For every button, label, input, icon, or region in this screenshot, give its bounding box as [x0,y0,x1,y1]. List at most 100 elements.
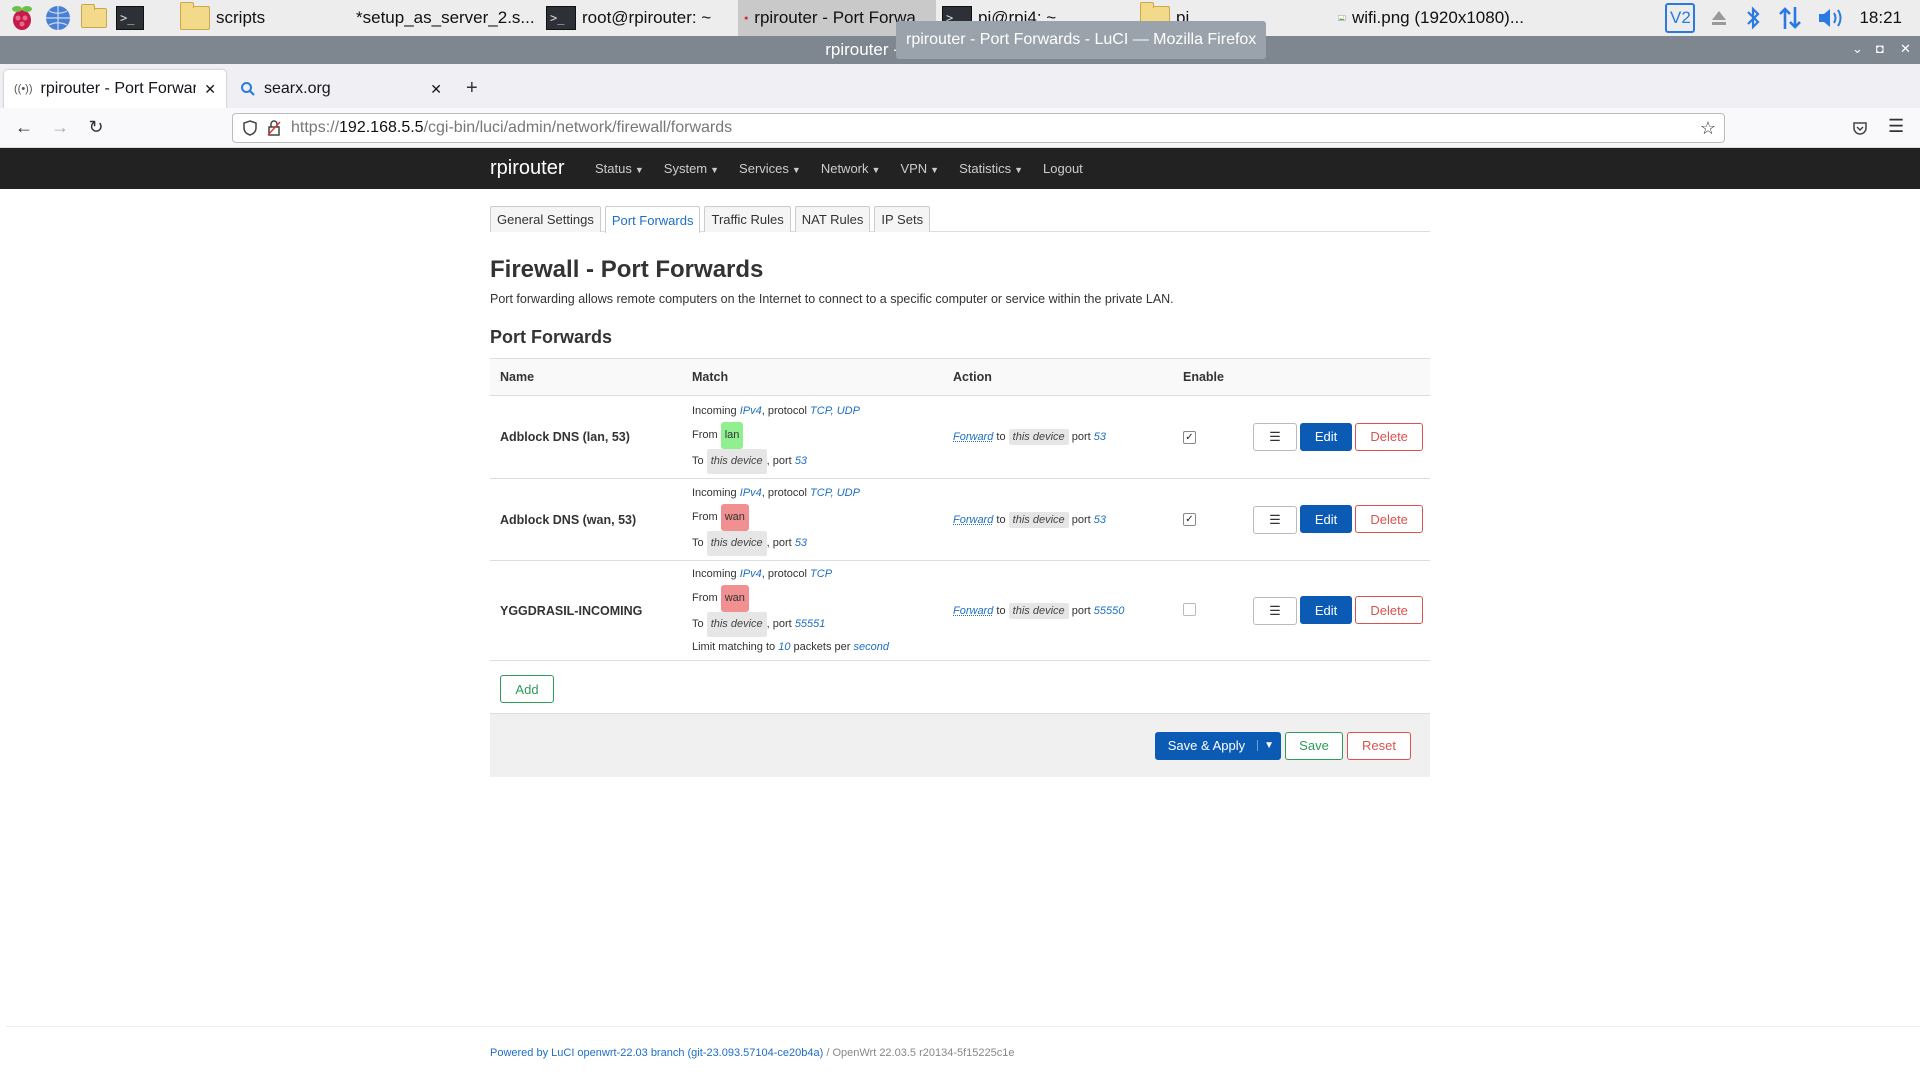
shield-icon[interactable] [243,120,257,136]
column-header-enable: Enable [1173,359,1243,396]
menu-status[interactable]: Status ▼ [595,161,644,176]
bookmark-star-icon[interactable]: ☆ [1700,118,1716,139]
protocols: TCP [810,568,832,580]
enable-checkbox[interactable]: ✓ [1183,513,1196,526]
eject-icon[interactable] [1709,8,1729,28]
match-to: To this device, port 53 [692,531,943,556]
reload-icon[interactable]: ↻ [78,117,114,138]
brand[interactable]: rpirouter [490,157,564,180]
to-label: To [692,618,704,630]
drag-handle-button[interactable]: ☰ [1253,506,1297,534]
drag-handle-button[interactable]: ☰ [1253,597,1297,625]
save-apply-button[interactable]: Save & Apply ▼ [1155,732,1281,760]
tab-port-forwards[interactable]: Port Forwards [605,206,701,233]
pocket-icon[interactable] [1852,120,1868,136]
web-browser-icon[interactable] [44,4,72,32]
menu-label: Services [739,161,789,176]
menu-logout[interactable]: Logout [1043,161,1083,176]
rule-enable: ✓ [1173,396,1243,479]
action-port-label: port [1072,514,1091,526]
enable-checkbox[interactable] [1183,603,1196,616]
dropdown-arrow-icon[interactable]: ▼ [1257,740,1280,751]
menu-services[interactable]: Services ▼ [739,161,801,176]
task-editor[interactable]: *setup_as_server_2.s... [344,0,540,36]
menu-label: Network [821,161,869,176]
maximize-icon[interactable]: ◘ [1876,41,1884,56]
url-text: https://192.168.5.5/cgi-bin/luci/admin/n… [291,119,732,137]
menu-statistics[interactable]: Statistics ▼ [959,161,1023,176]
menu-label: Statistics [959,161,1011,176]
action-forward: Forward [953,605,993,617]
vnc-icon[interactable]: V2 [1665,3,1695,33]
table-row: Adblock DNS (wan, 53) Incoming IPv4, pro… [490,479,1430,561]
task-scripts[interactable]: scripts [174,0,344,36]
match-from: From wan [692,504,943,531]
edit-button[interactable]: Edit [1300,423,1352,451]
protocol-label: , protocol [762,487,807,499]
task-terminal-root[interactable]: >_ root@rpirouter: ~ [540,0,738,36]
browser-tab-searx[interactable]: searx.org ✕ [230,70,452,108]
close-tab-icon[interactable]: ✕ [430,81,442,98]
page-title: Firewall - Port Forwards [490,256,1430,284]
powered-by-link[interactable]: Powered by LuCI openwrt-22.03 branch (gi… [490,1047,823,1059]
family: IPv4 [740,568,762,580]
rule-name: Adblock DNS (wan, 53) [490,479,682,561]
new-tab-icon[interactable]: + [466,77,478,100]
network-icon[interactable] [1777,5,1803,31]
browser-tab-strip: ((•)) rpirouter - Port Forwards ✕ searx.… [0,64,1920,108]
match-from: From wan [692,585,943,612]
device-badge: this device [707,612,767,637]
action-to: to [996,514,1005,526]
edit-button[interactable]: Edit [1300,505,1352,533]
close-tab-icon[interactable]: ✕ [204,81,216,98]
bluetooth-icon[interactable] [1743,5,1763,31]
column-header-buttons [1243,359,1430,396]
menu-vpn[interactable]: VPN ▼ [900,161,939,176]
menu-network[interactable]: Network ▼ [821,161,881,176]
edit-button[interactable]: Edit [1300,596,1352,624]
hamburger-menu-icon[interactable]: ☰ [1888,116,1904,137]
device-badge: this device [1009,512,1069,528]
rule-match: Incoming IPv4, protocol TCP From wan To … [682,561,943,661]
add-button[interactable]: Add [500,675,554,703]
action-to: to [996,431,1005,443]
delete-button[interactable]: Delete [1355,505,1423,533]
forward-icon[interactable]: → [42,117,78,138]
menu-system[interactable]: System ▼ [664,161,719,176]
enable-checkbox[interactable]: ✓ [1183,431,1196,444]
tab-general-settings[interactable]: General Settings [490,206,601,232]
save-button[interactable]: Save [1285,732,1343,760]
search-icon [240,81,256,97]
address-bar[interactable]: https://192.168.5.5/cgi-bin/luci/admin/n… [232,113,1725,143]
tab-nat-rules[interactable]: NAT Rules [795,206,871,232]
close-window-icon[interactable]: ✕ [1900,41,1911,57]
drag-handle-button[interactable]: ☰ [1253,423,1297,451]
tab-ip-sets[interactable]: IP Sets [874,206,930,232]
raspberry-menu-icon[interactable] [8,4,36,32]
port-value: 55551 [795,618,826,630]
device-badge: this device [1009,429,1069,445]
from-label: From [692,511,718,523]
table-header-row: Name Match Action Enable [490,359,1430,396]
task-image-viewer[interactable]: wifi.png (1920x1080)... [1332,0,1530,36]
volume-icon[interactable] [1817,6,1845,30]
minimize-icon[interactable]: ⌄ [1852,41,1863,57]
from-label: From [692,429,718,441]
tab-traffic-rules[interactable]: Traffic Rules [704,206,790,232]
reset-button[interactable]: Reset [1347,732,1411,760]
window-title-tooltip: rpirouter - Port Forwards - LuCI — Mozil… [896,21,1266,59]
lock-icon[interactable] [267,120,281,136]
clock[interactable]: 18:21 [1859,8,1902,28]
main-content: General Settings Port Forwards Traffic R… [490,206,1430,777]
url-host: 192.168.5.5 [339,119,424,136]
delete-button[interactable]: Delete [1355,596,1423,624]
limit-mid: packets per [794,641,851,653]
action-port-label: port [1072,431,1091,443]
delete-button[interactable]: Delete [1355,423,1423,451]
browser-tab-luci[interactable]: ((•)) rpirouter - Port Forwards ✕ [4,70,226,108]
image-viewer-icon [1338,6,1346,30]
terminal-launcher-icon[interactable]: >_ [116,4,144,32]
protocols: TCP, UDP [810,487,860,499]
back-icon[interactable]: ← [6,117,42,138]
file-manager-icon[interactable] [80,4,108,32]
